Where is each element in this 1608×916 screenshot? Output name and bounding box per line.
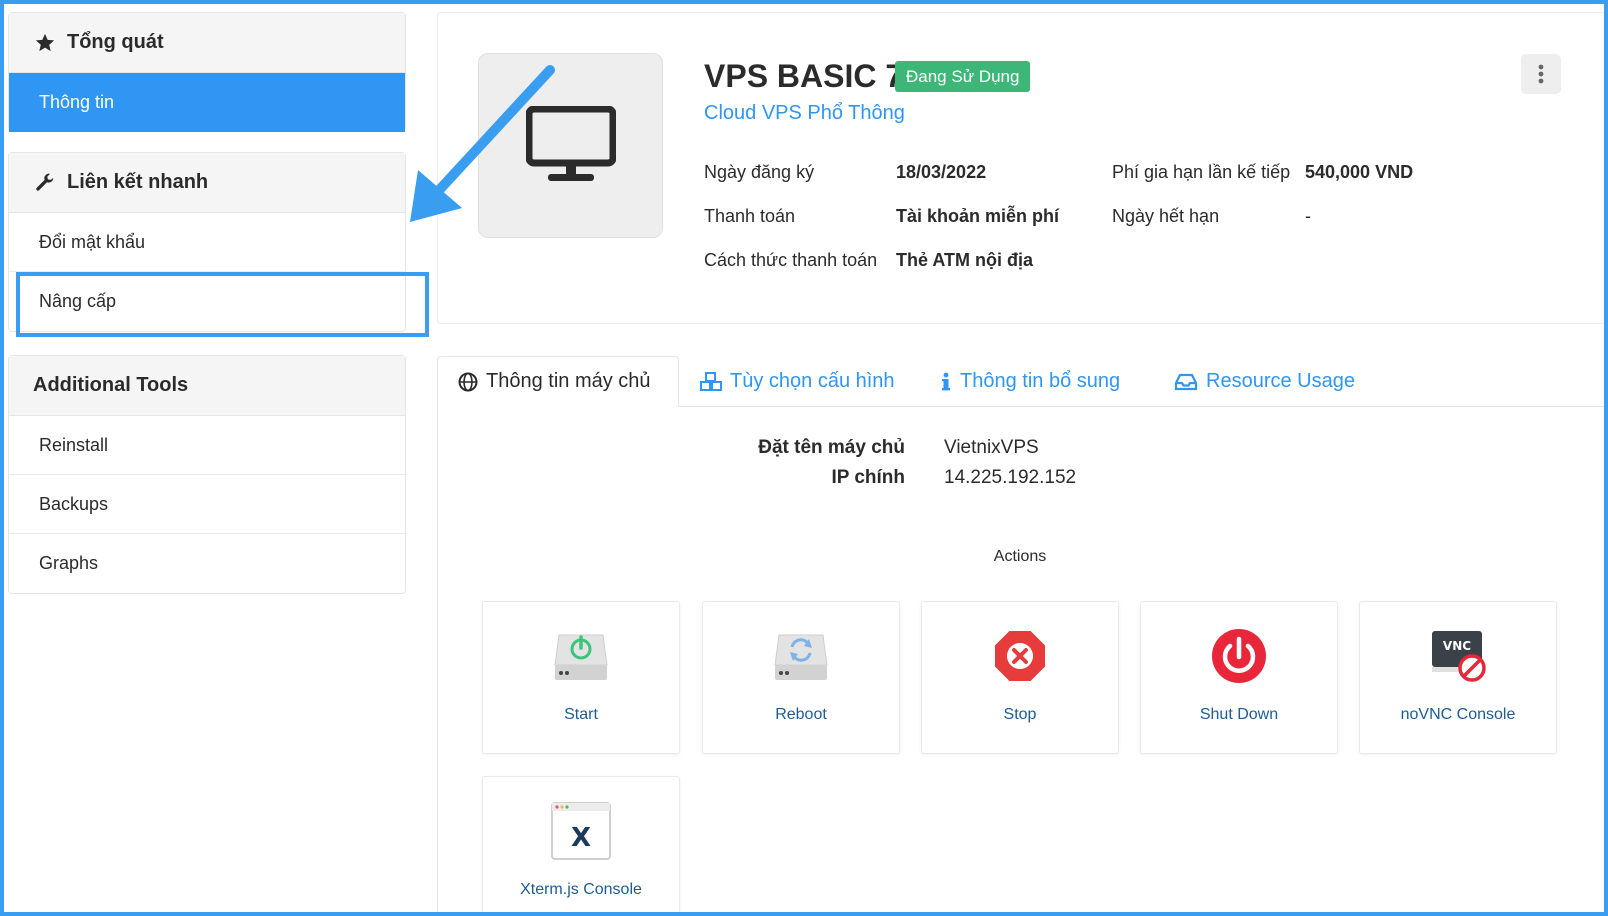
detail-label: Cách thức thanh toán <box>704 250 878 270</box>
detail-expiry-date: Ngày hết hạn <box>1112 206 1219 227</box>
hostname-label: Đặt tên máy chủ <box>758 437 905 458</box>
start-button[interactable]: Start <box>482 601 680 754</box>
sidebar-item-backups[interactable]: Backups <box>9 475 405 534</box>
kebab-menu-icon <box>1538 64 1544 84</box>
sidebar-item-change-password[interactable]: Đổi mật khẩu <box>9 213 405 272</box>
sidebar-item-label: Graphs <box>39 553 99 573</box>
product-group: Cloud VPS Phổ Thông <box>704 102 905 124</box>
sidebar-tools-header: Additional Tools <box>9 356 405 416</box>
tab-config-options[interactable]: Tùy chọn cấu hình <box>700 356 895 407</box>
sidebar-tools-title: Additional Tools <box>33 374 189 396</box>
annotation-arrow-icon <box>410 65 555 222</box>
detail-label: Thanh toán <box>704 206 796 226</box>
detail-value: 540,000 VND <box>1305 162 1414 182</box>
sidebar-overview-header: Tổng quát <box>9 13 405 73</box>
tab-resource-usage[interactable]: Resource Usage <box>1174 356 1355 407</box>
page-title: VPS BASIC 7 <box>704 58 904 94</box>
xterm-console-label: Xterm.js Console <box>520 881 642 898</box>
wrench-icon <box>33 171 57 195</box>
detail-label: Ngày đăng ký <box>704 162 815 182</box>
detail-label: Phí gia hạn lần kế tiếp <box>1112 162 1291 182</box>
sidebar-item-graphs[interactable]: Graphs <box>9 534 405 593</box>
tab-label: Thông tin bổ sung <box>960 370 1121 392</box>
detail-payment-method: Cách thức thanh toán <box>704 250 877 271</box>
sidebar-item-reinstall[interactable]: Reinstall <box>9 416 405 475</box>
detail-value: Tài khoản miễn phí <box>896 206 1060 226</box>
sidebar-tools-panel: Additional Tools Reinstall Backups Graph… <box>8 355 406 594</box>
detail-value: Thẻ ATM nội địa <box>896 250 1033 270</box>
reboot-label: Reboot <box>775 706 827 723</box>
tab-label: Resource Usage <box>1206 370 1355 392</box>
detail-value: - <box>1305 206 1311 226</box>
sidebar-item-label: Reinstall <box>39 434 109 455</box>
actions-title: Actions <box>993 548 1047 565</box>
detail-value: 18/03/2022 <box>896 162 987 182</box>
cubes-icon <box>700 371 722 392</box>
xterm-window-icon: X <box>551 802 611 860</box>
svg-text:X: X <box>571 823 591 853</box>
status-badge: Đang Sử Dụng <box>895 61 1031 92</box>
globe-icon <box>458 372 478 392</box>
detail-registration-date: Ngày đăng ký <box>704 162 814 183</box>
tab-label: Tùy chọn cấu hình <box>730 370 895 392</box>
shutdown-button[interactable]: Shut Down <box>1140 601 1338 754</box>
stop-label: Stop <box>1003 706 1037 723</box>
sidebar-quick-links-title: Liên kết nhanh <box>67 171 209 193</box>
tab-additional-info[interactable]: Thông tin bổ sung <box>940 356 1120 407</box>
start-label: Start <box>564 706 598 723</box>
more-options-button[interactable] <box>1521 54 1561 94</box>
sidebar-quick-links-header: Liên kết nhanh <box>9 153 405 213</box>
star-icon <box>33 31 57 55</box>
novnc-console-button[interactable]: VNC noVNC Console <box>1359 601 1557 754</box>
tab-server-info[interactable]: Thông tin máy chủ <box>437 356 679 407</box>
sidebar-item-label: Backups <box>39 493 109 514</box>
novnc-console-label: noVNC Console <box>1400 706 1516 723</box>
ip-value: 14.225.192.152 <box>944 467 1077 488</box>
drive-refresh-icon <box>774 634 828 680</box>
vnc-disabled-icon: VNC <box>1432 631 1486 682</box>
tab-label: Thông tin máy chủ <box>486 370 651 392</box>
reboot-button[interactable]: Reboot <box>702 601 900 754</box>
sidebar-item-label: Thông tin <box>39 92 115 112</box>
shutdown-label: Shut Down <box>1199 706 1279 723</box>
detail-payment: Thanh toán <box>704 206 795 227</box>
info-icon <box>940 372 952 392</box>
detail-label: Ngày hết hạn <box>1112 206 1220 226</box>
inbox-icon <box>1174 373 1198 391</box>
power-button-icon <box>1212 629 1266 683</box>
sidebar-item-label: Đổi mật khẩu <box>39 231 146 252</box>
stop-button[interactable]: Stop <box>921 601 1119 754</box>
svg-text:VNC: VNC <box>1443 639 1471 653</box>
sidebar-item-info[interactable]: Thông tin <box>9 73 405 132</box>
sidebar-overview-panel: Tổng quát Thông tin <box>8 12 406 132</box>
xterm-console-button[interactable]: X Xterm.js Console <box>482 776 680 916</box>
stop-octagon-icon <box>993 629 1047 683</box>
sidebar-overview-title: Tổng quát <box>67 31 164 53</box>
ip-label: IP chính <box>831 467 905 488</box>
detail-renewal-fee: Phí gia hạn lần kế tiếp <box>1112 162 1290 183</box>
hostname-value: VietnixVPS <box>944 437 1039 458</box>
drive-power-icon <box>554 634 608 680</box>
upgrade-highlight-box <box>16 272 429 337</box>
